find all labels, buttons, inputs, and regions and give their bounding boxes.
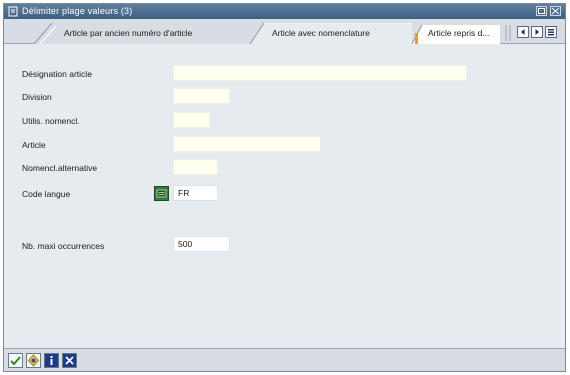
nomencl-alt-label: Nomencl.alternative bbox=[22, 163, 98, 173]
window-icon bbox=[8, 6, 18, 17]
execute-checkmark-icon[interactable] bbox=[8, 353, 23, 368]
possible-entries-icon[interactable] bbox=[154, 186, 169, 201]
tab-separator-icon bbox=[505, 25, 511, 41]
article-label: Article bbox=[22, 140, 46, 150]
multiple-selection-icon[interactable] bbox=[26, 353, 41, 368]
minimize-icon[interactable] bbox=[536, 6, 547, 16]
form-area: Désignation article Division Utilis. nom… bbox=[4, 44, 565, 348]
dialog-window: Délimiter plage valeurs (3) Article par … bbox=[3, 3, 566, 372]
title-bar: Délimiter plage valeurs (3) bbox=[4, 4, 565, 19]
nomencl-alt-input[interactable] bbox=[173, 159, 218, 175]
cancel-icon[interactable] bbox=[62, 353, 77, 368]
tab-article-ancien-numero[interactable]: Article par ancien numéro d'article bbox=[34, 23, 254, 44]
util-nomencl-input[interactable] bbox=[173, 112, 210, 128]
nb-max-input[interactable]: 500 bbox=[173, 236, 230, 252]
code-langue-label: Code langue bbox=[22, 189, 71, 199]
nb-max-label: Nb. maxi occurrences bbox=[22, 241, 105, 251]
division-label: Division bbox=[22, 92, 52, 102]
tab-list-icon[interactable] bbox=[545, 26, 557, 38]
footer-toolbar bbox=[4, 348, 565, 371]
close-icon[interactable] bbox=[550, 6, 561, 16]
util-nomencl-label: Utilis. nomencl. bbox=[22, 116, 80, 126]
tab-scroll-right-icon[interactable] bbox=[531, 26, 543, 38]
tab-scroll-left-icon[interactable] bbox=[517, 26, 529, 38]
tab-label: Article avec nomenclature bbox=[272, 28, 370, 38]
info-icon[interactable] bbox=[44, 353, 59, 368]
designation-input[interactable] bbox=[173, 65, 467, 81]
tab-label: Article repris d... bbox=[428, 28, 490, 38]
window-title: Délimiter plage valeurs (3) bbox=[22, 6, 133, 16]
tab-strip: Article par ancien numéro d'article Arti… bbox=[4, 19, 565, 44]
tab-article-repris[interactable]: Article repris d... bbox=[412, 23, 500, 44]
division-input[interactable] bbox=[173, 88, 230, 104]
tab-article-avec-nomenclature[interactable]: Article avec nomenclature bbox=[250, 23, 412, 44]
tab-label: Article par ancien numéro d'article bbox=[64, 28, 193, 38]
article-input[interactable] bbox=[173, 136, 321, 152]
code-langue-input[interactable]: FR bbox=[173, 185, 218, 201]
designation-label: Désignation article bbox=[22, 69, 92, 79]
